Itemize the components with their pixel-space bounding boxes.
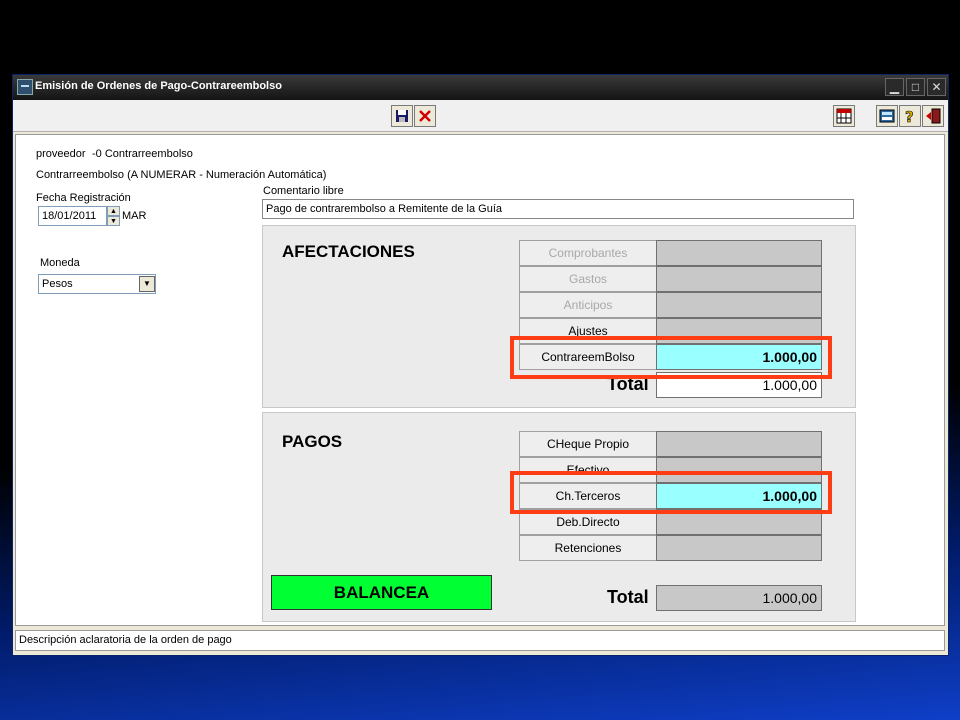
calculator-icon (879, 109, 895, 123)
calendar-icon (836, 108, 852, 124)
comentario-input[interactable]: Pago de contrarembolso a Remitente de la… (262, 199, 854, 219)
save-button[interactable] (391, 105, 413, 127)
minimize-button[interactable]: ▁ (885, 78, 904, 96)
close-button[interactable]: ✕ (927, 78, 946, 96)
pagos-total-label: Total (607, 587, 649, 607)
fecha-label: Fecha Registración (36, 192, 131, 204)
fecha-input[interactable]: 18/01/2011 (38, 206, 107, 226)
afectacion-value-1[interactable] (656, 240, 822, 266)
question-mark-icon: ? (905, 108, 914, 124)
calendar-button[interactable] (833, 105, 855, 127)
pago-button-1[interactable]: CHeque Propio (519, 431, 657, 457)
highlight-contrareembolso (510, 336, 832, 379)
balance-indicator: BALANCEA (271, 575, 492, 610)
pago-value-5[interactable] (656, 535, 822, 561)
order-type-line: Contrarreembolso (A NUMERAR - Numeración… (36, 169, 327, 181)
exit-door-icon (926, 108, 941, 124)
weekday-label: MAR (122, 210, 147, 222)
pago-button-5[interactable]: Retenciones (519, 535, 657, 561)
moneda-label: Moneda (40, 257, 80, 269)
afectacion-button-2[interactable]: Gastos (519, 266, 657, 292)
maximize-button[interactable]: □ (906, 78, 925, 96)
highlight-ch-terceros (510, 471, 832, 514)
pagos-title: PAGOS (282, 432, 343, 451)
pagos-total-value: 1.000,00 (656, 585, 822, 611)
help-button[interactable]: ? (899, 105, 921, 127)
afectacion-button-1[interactable]: Comprobantes (519, 240, 657, 266)
afectacion-value-3[interactable] (656, 292, 822, 318)
exit-button[interactable] (922, 105, 944, 127)
red-x-icon (419, 110, 431, 122)
cancel-button[interactable] (414, 105, 436, 127)
pago-value-1[interactable] (656, 431, 822, 457)
floppy-disk-icon (396, 110, 408, 122)
afectaciones-title: AFECTACIONES (282, 242, 415, 261)
app-icon (17, 79, 33, 95)
afectacion-button-3[interactable]: Anticipos (519, 292, 657, 318)
calculator-button[interactable] (876, 105, 898, 127)
main-window: Emisión de Ordenes de Pago-Contrareembol… (12, 74, 949, 656)
window-title: Emisión de Ordenes de Pago-Contrareembol… (35, 80, 282, 92)
status-bar: Descripción aclaratoria de la orden de p… (15, 630, 945, 651)
proveedor-value: -0 Contrarreembolso (92, 148, 193, 160)
comentario-label: Comentario libre (263, 185, 344, 197)
afectacion-value-2[interactable] (656, 266, 822, 292)
date-spin-down[interactable]: ▼ (107, 216, 120, 226)
proveedor-label: proveedor (36, 148, 86, 160)
date-spin-up[interactable]: ▲ (107, 206, 120, 216)
svg-text:?: ? (905, 108, 914, 124)
chevron-down-icon[interactable]: ▼ (139, 276, 155, 292)
form-area: proveedor -0 Contrarreembolso Contrarree… (15, 134, 945, 626)
title-bar: Emisión de Ordenes de Pago-Contrareembol… (13, 75, 948, 100)
toolbar: ? (13, 100, 948, 132)
